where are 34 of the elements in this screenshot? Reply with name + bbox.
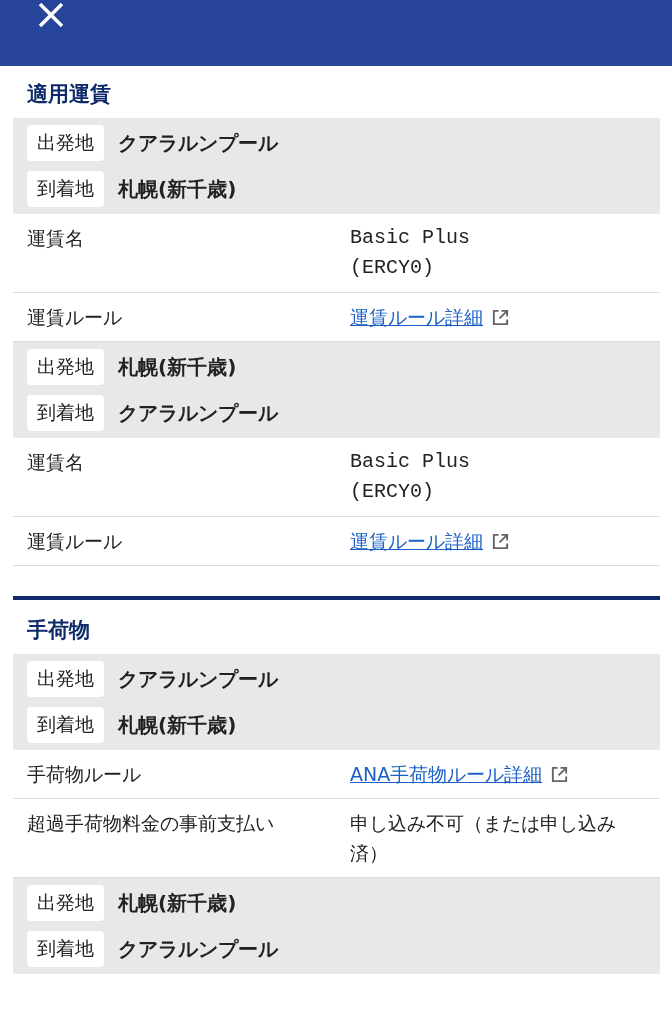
row-label: 運賃名 (27, 226, 85, 251)
route-label: 到着地 (27, 171, 104, 207)
row-value: 申し込み不可（または申し込み済） (350, 811, 617, 866)
route-label: 到着地 (27, 395, 104, 431)
close-icon[interactable] (38, 2, 64, 28)
row-label: 運賃ルール (27, 305, 123, 330)
place-name: 札幌(新千歳) (118, 175, 237, 203)
place-name: 札幌(新千歳) (118, 889, 237, 917)
section-title: 手荷物 (26, 617, 91, 644)
place-name: 札幌(新千歳) (118, 353, 237, 381)
fare-name: Basic Plus (ERCY0) (350, 225, 472, 281)
fare-name: Basic Plus (ERCY0) (350, 449, 472, 505)
route-label: 出発地 (27, 349, 104, 385)
place-name: 札幌(新千歳) (118, 711, 237, 739)
row-label: 運賃名 (27, 450, 85, 475)
section-title: 適用運賃 (26, 81, 112, 108)
place-name: クアラルンプール (118, 399, 278, 427)
place-name: クアラルンプール (118, 129, 278, 157)
details-link[interactable]: 運賃ルール詳細 (350, 302, 483, 332)
external-link-icon (491, 531, 510, 551)
row-label: 運賃ルール (27, 529, 123, 554)
place-name: クアラルンプール (118, 935, 278, 963)
row-label: 手荷物ルール (27, 762, 142, 787)
route-label: 出発地 (27, 661, 104, 697)
place-name: クアラルンプール (118, 665, 278, 693)
route-label: 出発地 (27, 885, 104, 921)
details-link[interactable]: ANA手荷物ルール詳細 (350, 759, 543, 789)
external-link-icon (550, 764, 570, 784)
row-label: 超過手荷物料金の事前支払い (27, 811, 275, 836)
route-label: 出発地 (27, 125, 104, 161)
route-label: 到着地 (27, 931, 104, 967)
external-link-icon (491, 307, 510, 327)
route-label: 到着地 (27, 707, 104, 743)
details-link[interactable]: 運賃ルール詳細 (350, 526, 483, 556)
